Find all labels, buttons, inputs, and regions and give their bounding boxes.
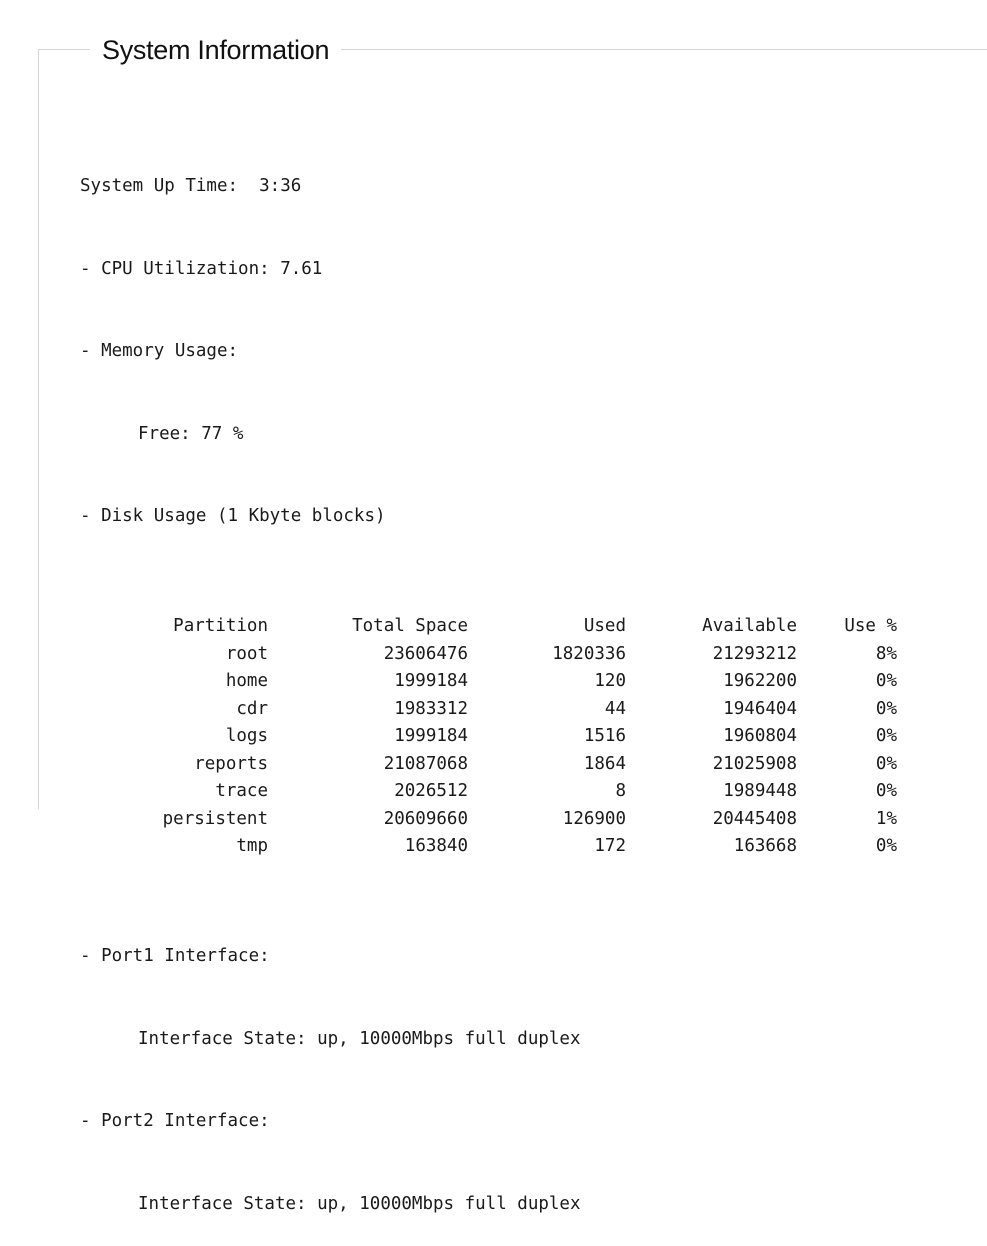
port2-state: Interface State: up, 10000Mbps full dupl… xyxy=(138,1193,581,1214)
table-row: persistent 20609660 126900 20445408 1% xyxy=(102,806,897,834)
available-cell: 1962200 xyxy=(723,671,797,691)
partition-cell: trace xyxy=(215,781,268,801)
partition-cell: home xyxy=(225,671,268,691)
total-space-cell: 1999184 xyxy=(394,726,468,746)
used-cell: 1864 xyxy=(583,753,626,774)
memory-line: - Memory Usage: xyxy=(80,338,897,366)
port2-line: - Port2 Interface: xyxy=(80,1108,897,1136)
available-cell: 163668 xyxy=(733,836,797,856)
partition-cell: tmp xyxy=(236,836,268,856)
table-row: home 1999184 120 1962200 0% xyxy=(102,668,897,696)
port2-state-line: Interface State: up, 10000Mbps full dupl… xyxy=(80,1191,897,1219)
cpu-line: - CPU Utilization: 7.61 xyxy=(80,256,897,284)
disk-table-header-row: Partition Total Space Used Available Use… xyxy=(102,613,897,641)
use-percent-cell: 0% xyxy=(875,836,897,856)
disk-usage-line: - Disk Usage (1 Kbyte blocks) xyxy=(80,503,897,531)
column-header-use-percent: Use % xyxy=(844,616,897,636)
available-cell: 1946404 xyxy=(723,698,797,719)
total-space-cell: 2026512 xyxy=(394,781,468,801)
memory-label: - Memory Usage: xyxy=(80,341,239,361)
port1-state-line: Interface State: up, 10000Mbps full dupl… xyxy=(80,1026,897,1054)
table-row: reports 21087068 1864 21025908 0% xyxy=(102,751,897,779)
used-cell: 44 xyxy=(604,698,626,719)
available-cell: 21025908 xyxy=(712,753,797,774)
uptime-value: 3:36 xyxy=(259,176,302,196)
panel-title: System Information xyxy=(90,28,342,72)
total-space-cell: 23606476 xyxy=(383,643,468,664)
partition-cell: logs xyxy=(225,726,268,746)
available-cell: 20445408 xyxy=(712,808,797,829)
table-row: trace 2026512 8 1989448 0% xyxy=(102,778,897,806)
used-cell: 126900 xyxy=(562,808,626,829)
used-cell: 172 xyxy=(594,836,626,856)
use-percent-cell: 0% xyxy=(875,726,897,746)
port1-state: Interface State: up, 10000Mbps full dupl… xyxy=(138,1028,581,1049)
available-cell: 21293212 xyxy=(712,643,797,664)
column-header-available: Available xyxy=(702,616,797,636)
total-space-cell: 20609660 xyxy=(383,808,468,829)
available-cell: 1989448 xyxy=(723,781,797,801)
used-cell: 1820336 xyxy=(552,643,626,664)
total-space-cell: 163840 xyxy=(404,836,468,856)
used-cell: 120 xyxy=(594,671,626,691)
total-space-cell: 21087068 xyxy=(383,753,468,774)
total-space-cell: 1999184 xyxy=(394,671,468,691)
used-cell: 8 xyxy=(615,781,626,801)
use-percent-cell: 0% xyxy=(875,671,897,691)
use-percent-cell: 0% xyxy=(875,698,897,719)
use-percent-cell: 0% xyxy=(875,781,897,801)
table-row: tmp 163840 172 163668 0% xyxy=(102,833,897,861)
port1-line: - Port1 Interface: xyxy=(80,943,897,971)
port1-label: - Port1 Interface: xyxy=(80,946,270,966)
use-percent-cell: 8% xyxy=(875,643,897,664)
memory-free-value: 77 % xyxy=(201,423,244,444)
partition-cell: persistent xyxy=(162,808,268,829)
table-row: logs 1999184 1516 1960804 0% xyxy=(102,723,897,751)
use-percent-cell: 1% xyxy=(875,808,897,829)
column-header-partition: Partition xyxy=(173,616,268,636)
used-cell: 1516 xyxy=(583,726,626,746)
port2-label: - Port2 Interface: xyxy=(80,1111,270,1131)
partition-cell: reports xyxy=(194,753,268,774)
disk-usage-label: - Disk Usage (1 Kbyte blocks) xyxy=(80,506,386,526)
system-info-content: System Up Time: 3:36 - CPU Utilization: … xyxy=(80,118,897,1246)
partition-cell: cdr xyxy=(236,698,268,719)
uptime-line: System Up Time: 3:36 xyxy=(80,173,897,201)
column-header-total-space: Total Space xyxy=(352,616,468,636)
column-header-used: Used xyxy=(583,616,626,636)
cpu-label: - CPU Utilization: xyxy=(80,258,270,279)
memory-free-line: Free: 77 % xyxy=(80,421,897,449)
table-row: cdr 1983312 44 1946404 0% xyxy=(102,696,897,724)
partition-cell: root xyxy=(225,643,268,664)
available-cell: 1960804 xyxy=(723,726,797,746)
disk-usage-table: Partition Total Space Used Available Use… xyxy=(102,613,897,861)
memory-free-label: Free: xyxy=(138,423,191,444)
uptime-label: System Up Time: xyxy=(80,176,239,196)
total-space-cell: 1983312 xyxy=(394,698,468,719)
table-row: root 23606476 1820336 21293212 8% xyxy=(102,641,897,669)
cpu-value: 7.61 xyxy=(280,258,323,279)
use-percent-cell: 0% xyxy=(875,753,897,774)
